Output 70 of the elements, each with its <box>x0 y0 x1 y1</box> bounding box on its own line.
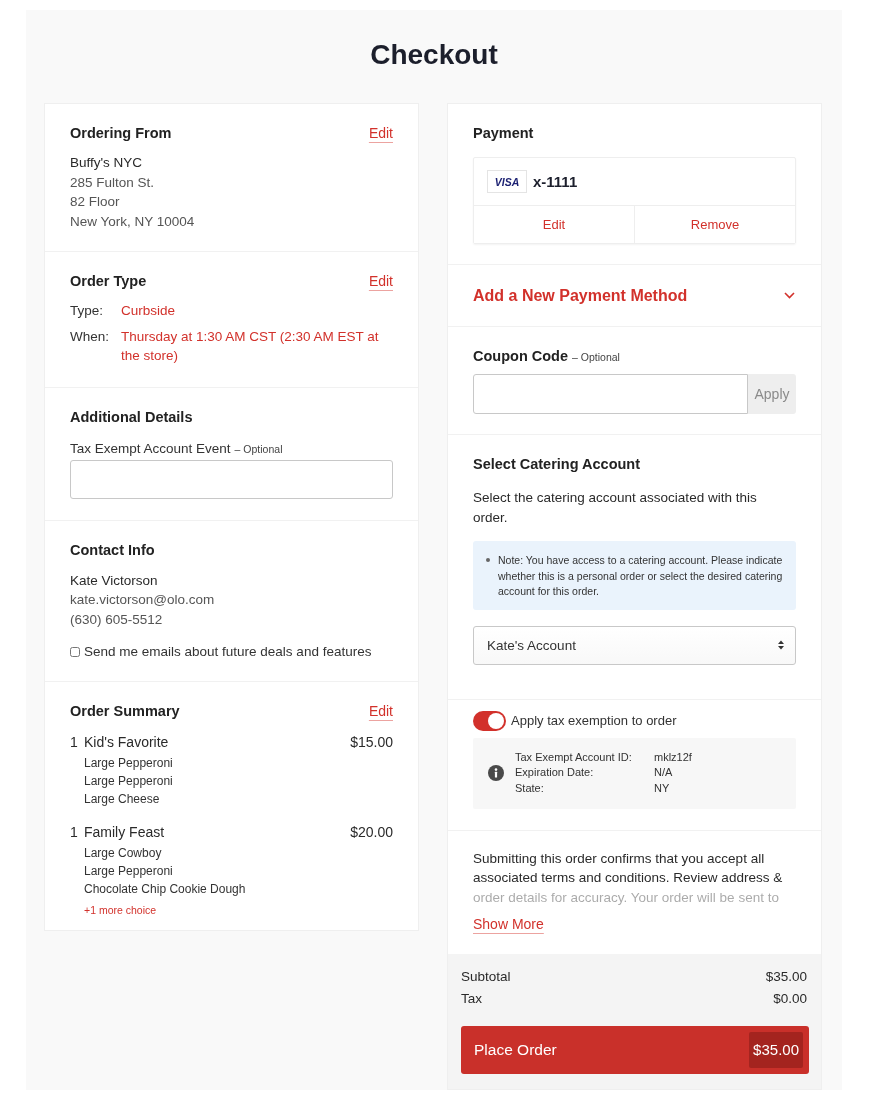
detail-label: When: <box>70 327 111 346</box>
item-choice: Large Pepperoni <box>84 755 174 772</box>
card-brand-logo: VISA <box>487 170 527 193</box>
detail-value: N/A <box>654 765 674 780</box>
item-price: $20.00 <box>350 823 393 842</box>
show-more-link[interactable]: Show More <box>473 914 544 934</box>
total-label: Subtotal <box>461 968 511 986</box>
add-payment-method-toggle[interactable]: Add a New Payment Method <box>473 285 796 306</box>
optional-note: – Optional <box>234 442 283 455</box>
section-heading: Contact Info <box>70 540 156 560</box>
address-line: 82 Floor <box>70 193 121 211</box>
card-action-button[interactable]: Edit <box>474 206 634 243</box>
section-description: Select the catering account associated with this order. <box>473 489 758 527</box>
address-line: 285 Fulton St. <box>70 173 156 192</box>
up-down-arrows-icon <box>778 640 784 650</box>
page-title: Checkout <box>369 38 499 72</box>
detail-label: Tax Exempt Account ID: <box>515 749 633 765</box>
contact-name: Kate Victorson <box>70 571 159 590</box>
section-heading: Additional Details <box>70 407 194 427</box>
card-number: x-1111 <box>533 173 578 190</box>
edit-link[interactable]: Edit <box>368 271 393 291</box>
item-name: Family Feast <box>84 823 166 842</box>
total-value: $35.00 <box>765 968 807 986</box>
tax-exemption-toggle[interactable] <box>473 710 506 731</box>
contact-detail: (630) 605-5512 <box>70 610 164 629</box>
section-heading: Coupon Code <box>473 348 569 364</box>
item-choice: Large Pepperoni <box>84 863 174 880</box>
address-line: New York, NY 10004 <box>70 212 196 231</box>
detail-value: NY <box>654 780 671 796</box>
section-heading: Order Type <box>70 272 147 291</box>
item-quantity: 1 <box>70 823 79 842</box>
edit-link[interactable]: Edit <box>368 123 393 143</box>
item-choice: Large Cheese <box>84 791 161 808</box>
section-heading: Ordering From <box>70 124 172 143</box>
newsletter-checkbox[interactable] <box>70 646 80 657</box>
contact-detail: kate.victorson@olo.com <box>70 591 216 609</box>
card-action-button[interactable]: Remove <box>634 206 795 243</box>
total-value: $0.00 <box>773 990 807 1008</box>
detail-label: Expiration Date: <box>515 765 595 780</box>
detail-value: Curbside <box>121 302 177 320</box>
note-text: Note: You have access to a catering account. Please indicate whether this is a personal order or select the desired catering account for this order. <box>498 553 784 599</box>
field-label: Tax Exempt Account Event <box>70 440 231 456</box>
terms-text: Submitting this order confirms that you accept all associated terms and conditions. Review address & order details for accuracy. Your order will be sent to <box>473 849 784 907</box>
section-heading: Order Summary <box>70 702 180 721</box>
section-heading: Payment <box>473 124 535 143</box>
edit-link[interactable]: Edit <box>368 701 393 721</box>
more-choices-link[interactable]: +1 more choice <box>84 902 393 918</box>
place-order-button[interactable]: Place Order $35.00 <box>461 1026 809 1074</box>
item-price: $15.00 <box>350 733 393 752</box>
item-choice: Large Pepperoni <box>84 773 174 790</box>
section-heading: Select Catering Account <box>473 455 642 474</box>
info-icon <box>488 764 504 781</box>
account-select[interactable]: Kate's Account <box>473 625 796 665</box>
optional-note: – Optional <box>572 351 620 363</box>
tax-exempt-event-input[interactable] <box>70 459 393 499</box>
item-name: Kid's Favorite <box>84 733 170 752</box>
total-label: Tax <box>461 990 482 1008</box>
toggle-label: Apply tax exemption to order <box>511 713 677 728</box>
item-choice: Chocolate Chip Cookie Dough <box>84 881 247 898</box>
item-quantity: 1 <box>70 733 79 752</box>
bullet-icon <box>486 558 490 562</box>
item-choice: Large Cowboy <box>84 845 163 862</box>
detail-value: mklz12f <box>654 749 692 765</box>
coupon-code-input[interactable] <box>473 374 748 414</box>
detail-label: Type: <box>70 302 105 320</box>
detail-value: Thursday at 1:30 AM CST (2:30 AM EST at the store) <box>121 327 380 365</box>
store-name: Buffy's NYC <box>70 154 144 172</box>
order-total-amount: $35.00 <box>749 1032 803 1068</box>
checkbox-label: Send me emails about future deals and features <box>84 643 372 661</box>
detail-label: State: <box>515 780 545 796</box>
